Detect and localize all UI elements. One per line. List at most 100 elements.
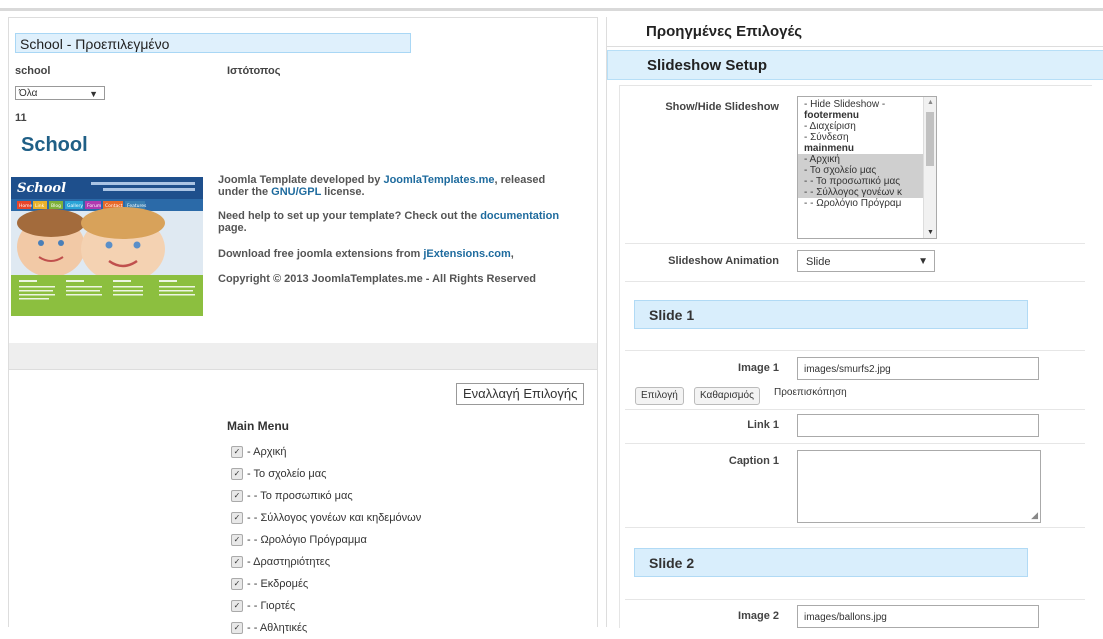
slide-1-header: Slide 1 <box>634 300 1028 329</box>
download-text-suffix: , <box>510 248 514 260</box>
resize-grip-icon[interactable]: ◢ <box>1031 510 1038 521</box>
documentation-link[interactable]: documentation <box>480 210 559 222</box>
link-1-label: Link 1 <box>747 419 779 431</box>
checkbox-checked-icon[interactable]: ✓ <box>231 600 243 612</box>
menu-item-label: - - Ωρολόγιο Πρόγραμμα <box>247 534 367 546</box>
slideshow-setup-header[interactable]: Slideshow Setup <box>607 50 1103 80</box>
site-label: Ιστότοπος <box>227 65 281 77</box>
download-text: Download free joomla extensions from <box>218 248 424 260</box>
jextensions-link[interactable]: jExtensions.com <box>423 248 510 260</box>
slide-2-header: Slide 2 <box>634 548 1028 577</box>
thumb-nav-gallery: Gallery <box>67 203 83 209</box>
checkbox-checked-icon[interactable]: ✓ <box>231 512 243 524</box>
image-1-label: Image 1 <box>738 362 779 374</box>
thumb-logo: School <box>17 181 66 196</box>
filter-select[interactable]: Όλα ▼ <box>15 86 105 100</box>
credit-text: Joomla Template developed by <box>218 174 384 186</box>
scrollbar-thumb[interactable] <box>926 112 934 166</box>
image-2-input[interactable]: images/ballons.jpg <box>797 605 1039 628</box>
listbox-option[interactable]: - - Σύλλογος γονέων κ <box>798 187 924 198</box>
listbox-option[interactable]: - Το σχολείο μας <box>798 165 924 176</box>
listbox-option[interactable]: - Διαχείριση <box>798 121 936 132</box>
menu-item[interactable]: ✓ - - Γιορτές <box>231 595 421 617</box>
toggle-selection-button[interactable]: Εναλλαγή Επιλογής <box>456 383 585 405</box>
checkbox-checked-icon[interactable]: ✓ <box>231 468 243 480</box>
advanced-options-title[interactable]: Προηγμένες Επιλογές <box>607 17 1103 47</box>
image-preview-label: Προεπισκόπηση <box>774 387 847 398</box>
template-name-label: school <box>15 65 51 77</box>
show-hide-slideshow-label: Show/Hide Slideshow <box>665 101 779 113</box>
image-2-label: Image 2 <box>738 610 779 622</box>
row-divider <box>625 350 1085 351</box>
checkbox-checked-icon[interactable]: ✓ <box>231 556 243 568</box>
advanced-options-panel: Προηγμένες Επιλογές Slideshow Setup Show… <box>606 17 1103 628</box>
listbox-option[interactable]: - - Το προσωπικό μας <box>798 176 924 187</box>
top-divider <box>0 8 1103 11</box>
row-divider <box>625 281 1085 282</box>
menu-item-label: - - Αθλητικές <box>247 622 308 634</box>
menu-item-label: - Δραστηριότητες <box>247 556 331 568</box>
style-id: 11 <box>15 112 27 124</box>
menu-item[interactable]: ✓ - - Ωρολόγιο Πρόγραμμα <box>231 529 421 551</box>
template-download: Download free joomla extensions from jEx… <box>218 248 514 260</box>
thumb-nav-forum: Forum <box>87 203 101 209</box>
thumb-nav-home: Home <box>19 203 33 209</box>
menu-item[interactable]: ✓ - - Σύλλογος γονέων και κηδεμόνων <box>231 507 421 529</box>
row-divider <box>625 527 1085 528</box>
gpl-link[interactable]: GNU/GPL <box>271 186 321 198</box>
checkbox-checked-icon[interactable]: ✓ <box>231 490 243 502</box>
menu-item[interactable]: ✓ - Το σχολείο μας <box>231 463 421 485</box>
listbox-scrollbar[interactable]: ▲ ▼ <box>923 97 936 238</box>
checkbox-checked-icon[interactable]: ✓ <box>231 578 243 590</box>
menu-item[interactable]: ✓ - - Εκδρομές <box>231 573 421 595</box>
template-credit: Joomla Template developed by JoomlaTempl… <box>218 174 545 198</box>
caption-1-textarea[interactable]: ◢ <box>797 450 1041 523</box>
checkbox-checked-icon[interactable]: ✓ <box>231 622 243 634</box>
slideshow-animation-select[interactable]: Slide ▼ <box>797 250 935 272</box>
clear-image-button[interactable]: Καθαρισμός <box>694 387 760 405</box>
checkbox-checked-icon[interactable]: ✓ <box>231 446 243 458</box>
menu-title: Main Menu <box>227 419 289 433</box>
menu-item-label: - Αρχική <box>247 446 287 458</box>
row-divider <box>625 443 1085 444</box>
listbox-option[interactable]: - Αρχική <box>798 154 924 165</box>
menu-item[interactable]: ✓ - - Το προσωπικό μας <box>231 485 421 507</box>
listbox-group-label: mainmenu <box>804 143 855 154</box>
listbox-option[interactable]: - Hide Slideshow - <box>798 99 936 110</box>
row-divider <box>625 243 1085 244</box>
help-text: Need help to set up your template? Check… <box>218 210 481 222</box>
help-text-suffix: page. <box>218 222 247 234</box>
chevron-down-icon: ▼ <box>918 256 928 267</box>
show-hide-slideshow-listbox[interactable]: - Hide Slideshow - footermenu - Διαχείρισ… <box>797 96 937 239</box>
chevron-down-icon: ▼ <box>89 89 98 99</box>
listbox-option[interactable]: - - Ωρολόγιο Πρόγραμ <box>798 198 936 209</box>
license-text-suffix: license. <box>321 186 365 198</box>
style-title-input[interactable]: School - Προεπιλεγμένο <box>15 33 411 53</box>
template-info-panel: School - Προεπιλεγμένο school Ιστότοπος … <box>8 17 598 345</box>
caption-1-label: Caption 1 <box>728 455 779 467</box>
select-image-button[interactable]: Επιλογή <box>635 387 684 405</box>
filter-select-value: Όλα <box>19 88 38 99</box>
listbox-option[interactable]: - Σύνδεση <box>798 132 936 143</box>
scroll-down-icon[interactable]: ▼ <box>927 229 934 236</box>
thumb-nav-blog: Blog <box>51 203 61 209</box>
credit-text-suffix: , released <box>494 174 546 186</box>
joomlatemplates-link[interactable]: JoomlaTemplates.me <box>383 174 494 186</box>
scroll-up-icon[interactable]: ▲ <box>927 99 934 106</box>
image-1-input[interactable]: images/smurfs2.jpg <box>797 357 1039 380</box>
thumb-nav-link: Link <box>35 203 45 209</box>
template-thumbnail: School Home Link Blog Gallery Forum Cont… <box>11 177 203 316</box>
menu-item[interactable]: ✓ - Δραστηριότητες <box>231 551 421 573</box>
menu-item[interactable]: ✓ - - Αθλητικές <box>231 617 421 639</box>
license-text: under the <box>218 186 272 198</box>
menu-item-label: - Το σχολείο μας <box>247 468 327 480</box>
panel-separator <box>8 343 598 370</box>
link-1-input[interactable] <box>797 414 1039 437</box>
checkbox-checked-icon[interactable]: ✓ <box>231 534 243 546</box>
row-divider <box>625 409 1085 410</box>
menu-item-label: - - Σύλλογος γονέων και κηδεμόνων <box>247 512 422 524</box>
animation-select-value: Slide <box>806 256 831 268</box>
menu-assignment-panel: Εναλλαγή Επιλογής Main Menu ✓ - Αρχική ✓ -… <box>8 370 598 634</box>
menu-item[interactable]: ✓ - Αρχική <box>231 441 421 463</box>
row-divider <box>625 599 1085 600</box>
